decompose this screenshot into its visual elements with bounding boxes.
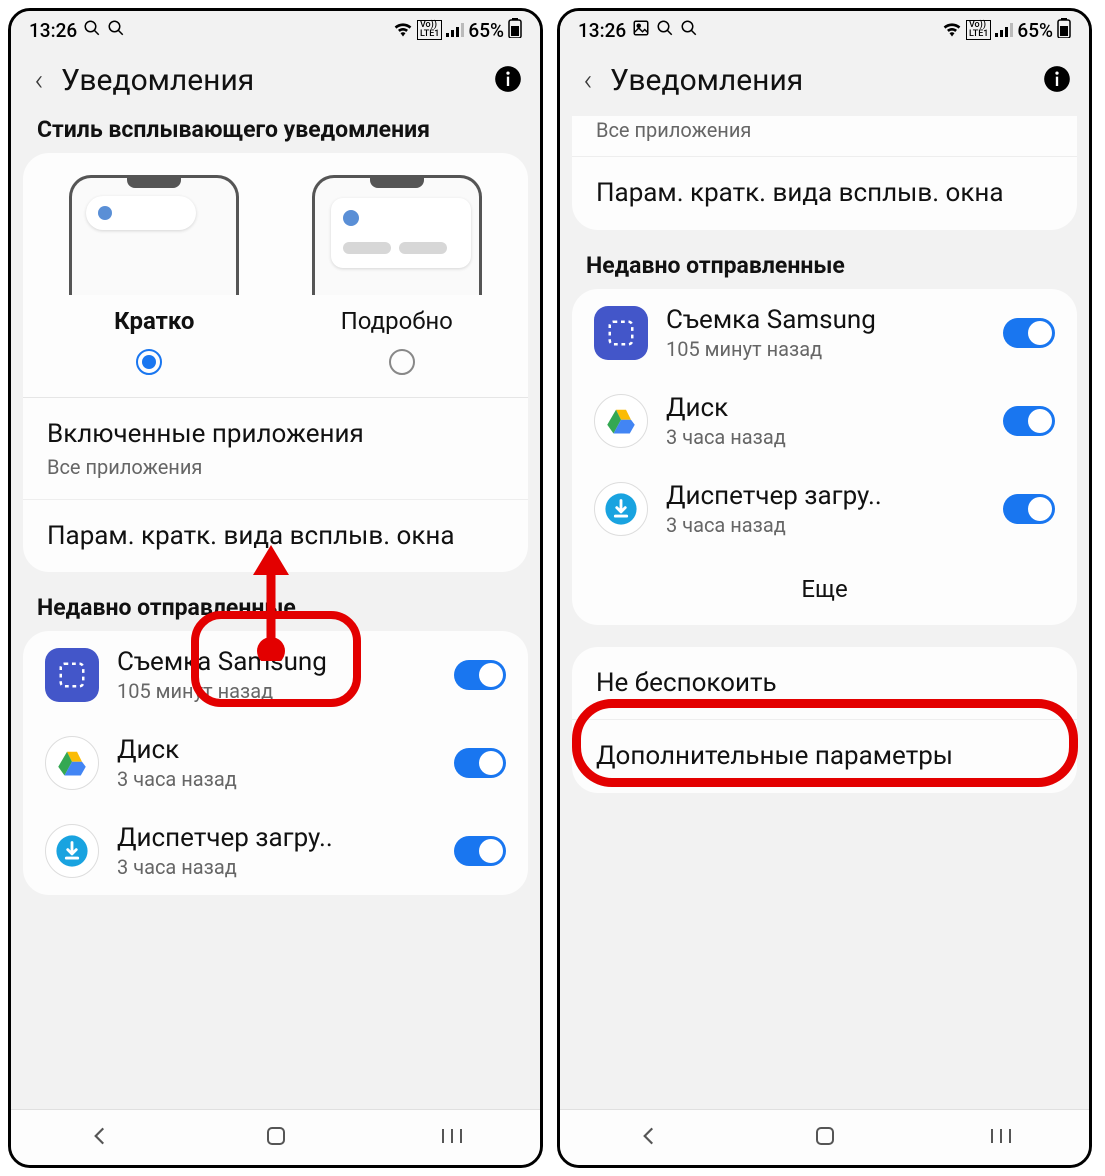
volte-icon: Vo))LTE1 bbox=[417, 20, 442, 40]
signal-icon bbox=[446, 19, 464, 42]
nav-home-icon[interactable] bbox=[813, 1124, 837, 1152]
preview-detailed bbox=[312, 175, 482, 295]
status-bar: 13:26 Vo))LTE1 65% bbox=[11, 11, 540, 49]
search-icon bbox=[656, 19, 674, 42]
more-button[interactable]: Еще bbox=[572, 553, 1077, 625]
app-icon-download bbox=[45, 824, 99, 878]
app-row-samsung-capture[interactable]: Съемка Samsung 105 минут назад bbox=[572, 289, 1077, 377]
app-time: 3 часа назад bbox=[666, 513, 985, 537]
toggle-samsung-capture[interactable] bbox=[454, 660, 506, 690]
toggle-download-manager[interactable] bbox=[454, 836, 506, 866]
style-label-detailed: Подробно bbox=[341, 307, 453, 335]
annotation-more-rect bbox=[572, 699, 1078, 787]
style-option-brief[interactable]: Кратко bbox=[33, 175, 276, 335]
nav-bar bbox=[560, 1109, 1089, 1165]
app-row-drive[interactable]: Диск 3 часа назад bbox=[23, 719, 528, 807]
dnd-title: Не беспокоить bbox=[596, 667, 1053, 700]
signal-icon bbox=[995, 19, 1013, 42]
app-icon-drive bbox=[594, 394, 648, 448]
toggle-drive[interactable] bbox=[1003, 406, 1055, 436]
status-bar: 13:26 Vo))LTE1 65% bbox=[560, 11, 1089, 49]
app-name: Съемка Samsung bbox=[666, 305, 985, 335]
info-icon[interactable] bbox=[494, 65, 522, 97]
app-name: Диск bbox=[666, 393, 985, 423]
included-apps-title: Включенные приложения bbox=[47, 418, 504, 451]
nav-recents-icon[interactable] bbox=[439, 1126, 465, 1150]
page-title: Уведомления bbox=[61, 63, 254, 98]
battery-percent: 65% bbox=[468, 19, 504, 42]
app-time: 3 часа назад bbox=[666, 425, 985, 449]
item-popup-params[interactable]: Парам. кратк. вида всплыв. окна bbox=[23, 500, 528, 573]
popup-params-title: Парам. кратк. вида всплыв. окна bbox=[596, 177, 1053, 210]
item-all-apps-sub[interactable]: Все приложения bbox=[572, 116, 1077, 157]
included-apps-sub: Все приложения bbox=[47, 455, 504, 479]
section-recent: Недавно отправленные bbox=[560, 252, 1089, 289]
search-icon bbox=[107, 19, 125, 42]
back-button[interactable]: ‹ bbox=[574, 63, 602, 98]
page-title: Уведомления bbox=[610, 63, 803, 98]
more-label: Еще bbox=[801, 575, 847, 603]
page-header: ‹ Уведомления bbox=[11, 49, 540, 116]
nav-home-icon[interactable] bbox=[264, 1124, 288, 1152]
all-apps-sub: Все приложения bbox=[596, 118, 1053, 142]
card-popup-style: Кратко Подробно Включенные приложения Вс… bbox=[23, 153, 528, 572]
item-popup-params[interactable]: Парам. кратк. вида всплыв. окна bbox=[572, 157, 1077, 230]
radio-detailed[interactable] bbox=[389, 349, 415, 375]
preview-brief bbox=[69, 175, 239, 295]
phone-right: 13:26 Vo))LTE1 65% ‹ bbox=[557, 8, 1092, 1168]
toggle-samsung-capture[interactable] bbox=[1003, 318, 1055, 348]
annotation-swipe-rect bbox=[191, 611, 361, 707]
back-button[interactable]: ‹ bbox=[25, 63, 53, 98]
app-icon-download bbox=[594, 482, 648, 536]
app-icon-samsung-capture bbox=[45, 648, 99, 702]
app-row-download-manager[interactable]: Диспетчер загру.. 3 часа назад bbox=[572, 465, 1077, 553]
style-option-detailed[interactable]: Подробно bbox=[276, 175, 519, 335]
nav-recents-icon[interactable] bbox=[988, 1126, 1014, 1150]
item-included-apps[interactable]: Включенные приложения Все приложения bbox=[23, 398, 528, 500]
battery-icon bbox=[508, 18, 522, 43]
card-top-items: Все приложения Парам. кратк. вида всплыв… bbox=[572, 116, 1077, 230]
style-label-brief: Кратко bbox=[114, 307, 194, 335]
popup-params-title: Парам. кратк. вида всплыв. окна bbox=[47, 520, 504, 553]
app-row-download-manager[interactable]: Диспетчер загру.. 3 часа назад bbox=[23, 807, 528, 895]
toggle-drive[interactable] bbox=[454, 748, 506, 778]
status-time: 13:26 bbox=[578, 19, 626, 42]
app-name: Диспетчер загру.. bbox=[666, 481, 985, 511]
nav-back-icon[interactable] bbox=[636, 1123, 662, 1153]
wifi-icon bbox=[942, 19, 962, 42]
radio-brief[interactable] bbox=[136, 349, 162, 375]
section-popup-style: Стиль всплывающего уведомления bbox=[11, 116, 540, 153]
app-icon-samsung-capture bbox=[594, 306, 648, 360]
nav-back-icon[interactable] bbox=[87, 1123, 113, 1153]
status-time: 13:26 bbox=[29, 19, 77, 42]
nav-bar bbox=[11, 1109, 540, 1165]
content-scroll[interactable]: Все приложения Парам. кратк. вида всплыв… bbox=[560, 116, 1089, 1109]
app-name: Диспетчер загру.. bbox=[117, 823, 436, 853]
page-header: ‹ Уведомления bbox=[560, 49, 1089, 116]
card-recent-apps: Съемка Samsung 105 минут назад Диск 3 ча… bbox=[572, 289, 1077, 625]
volte-icon: Vo))LTE1 bbox=[966, 20, 991, 40]
search-icon bbox=[83, 19, 101, 42]
app-icon-drive bbox=[45, 736, 99, 790]
wifi-icon bbox=[393, 19, 413, 42]
app-time: 3 часа назад bbox=[117, 767, 436, 791]
app-row-drive[interactable]: Диск 3 часа назад bbox=[572, 377, 1077, 465]
app-name: Диск bbox=[117, 735, 436, 765]
battery-percent: 65% bbox=[1017, 19, 1053, 42]
info-icon[interactable] bbox=[1043, 65, 1071, 97]
toggle-download-manager[interactable] bbox=[1003, 494, 1055, 524]
battery-icon bbox=[1057, 18, 1071, 43]
gallery-icon bbox=[632, 19, 650, 42]
app-time: 3 часа назад bbox=[117, 855, 436, 879]
phone-left: 13:26 Vo))LTE1 65% ‹ Уведомления bbox=[8, 8, 543, 1168]
app-time: 105 минут назад bbox=[666, 337, 985, 361]
search-icon bbox=[680, 19, 698, 42]
